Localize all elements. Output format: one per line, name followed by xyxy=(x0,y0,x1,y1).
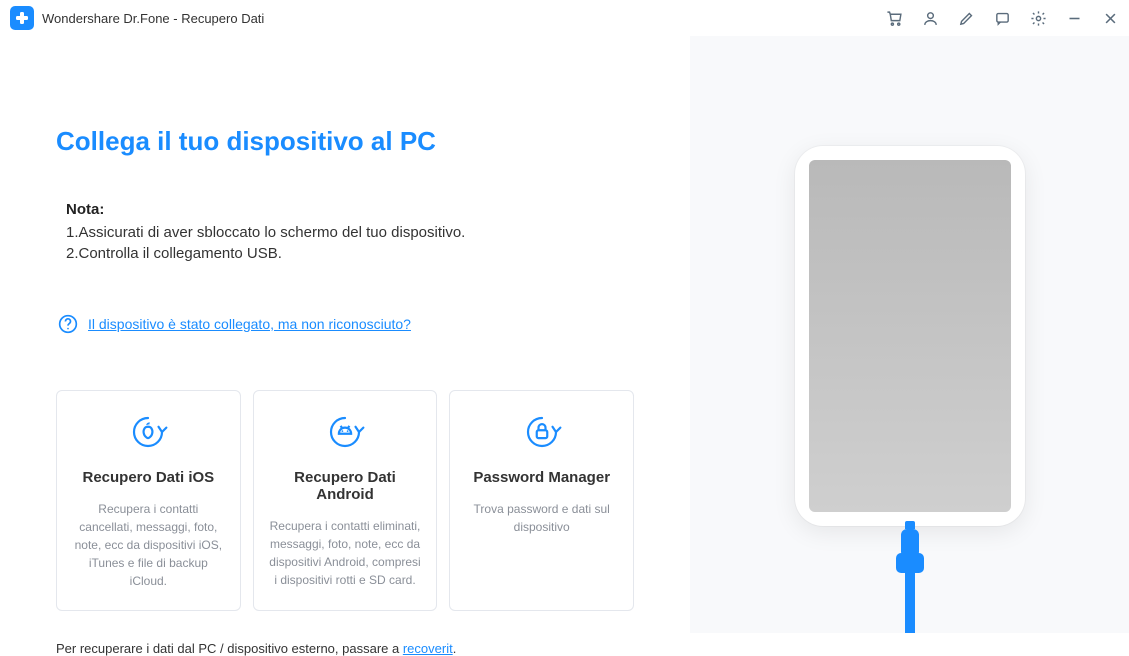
card-android-recovery[interactable]: Recupero Dati Android Recupera i contatt… xyxy=(253,390,438,611)
card-desc: Recupera i contatti eliminati, messaggi,… xyxy=(268,517,423,589)
note-item-1: 1.Assicurati di aver sbloccato lo scherm… xyxy=(66,222,624,243)
gear-icon[interactable] xyxy=(1029,9,1047,27)
phone-illustration xyxy=(795,146,1025,526)
note-title: Nota: xyxy=(66,201,624,218)
content: Collega il tuo dispositivo al PC Nota: 1… xyxy=(0,36,1129,633)
help-icon xyxy=(58,314,78,334)
usb-cable-illustration xyxy=(896,529,924,633)
edit-icon[interactable] xyxy=(957,9,975,27)
plus-logo-icon xyxy=(14,10,30,26)
cards-row: Recupero Dati iOS Recupera i contatti ca… xyxy=(56,390,634,611)
titlebar-right xyxy=(885,9,1119,27)
footer-prefix: Per recuperare i dati dal PC / dispositi… xyxy=(56,641,403,656)
note-item-2: 2.Controlla il collegamento USB. xyxy=(66,243,624,264)
user-icon[interactable] xyxy=(921,9,939,27)
minimize-icon[interactable] xyxy=(1065,9,1083,27)
close-icon[interactable] xyxy=(1101,9,1119,27)
card-password-manager[interactable]: Password Manager Trova password e dati s… xyxy=(449,390,634,611)
page-title: Collega il tuo dispositivo al PC xyxy=(56,126,634,157)
card-desc: Trova password e dati sul dispositivo xyxy=(464,500,619,536)
card-title: Recupero Dati Android xyxy=(268,469,423,503)
cart-icon[interactable] xyxy=(885,9,903,27)
right-pane xyxy=(690,36,1129,633)
phone-screen xyxy=(809,160,1011,512)
card-title: Recupero Dati iOS xyxy=(71,469,226,486)
android-recovery-icon xyxy=(324,411,366,453)
help-line: Il dispositivo è stato collegato, ma non… xyxy=(56,314,634,334)
card-desc: Recupera i contatti cancellati, messaggi… xyxy=(71,500,226,590)
left-pane: Collega il tuo dispositivo al PC Nota: 1… xyxy=(0,36,690,633)
card-ios-recovery[interactable]: Recupero Dati iOS Recupera i contatti ca… xyxy=(56,390,241,611)
feedback-icon[interactable] xyxy=(993,9,1011,27)
apple-recovery-icon xyxy=(127,411,169,453)
lock-recovery-icon xyxy=(521,411,563,453)
titlebar-left: Wondershare Dr.Fone - Recupero Dati xyxy=(10,6,264,30)
note-section: Nota: 1.Assicurati di aver sbloccato lo … xyxy=(56,201,634,264)
card-title: Password Manager xyxy=(464,469,619,486)
footer-suffix: . xyxy=(453,641,457,656)
recoverit-link[interactable]: recoverit xyxy=(403,641,453,656)
help-link[interactable]: Il dispositivo è stato collegato, ma non… xyxy=(88,316,411,332)
app-logo xyxy=(10,6,34,30)
app-title: Wondershare Dr.Fone - Recupero Dati xyxy=(42,11,264,26)
titlebar: Wondershare Dr.Fone - Recupero Dati xyxy=(0,0,1129,36)
footer-note: Per recuperare i dati dal PC / dispositi… xyxy=(56,641,634,656)
